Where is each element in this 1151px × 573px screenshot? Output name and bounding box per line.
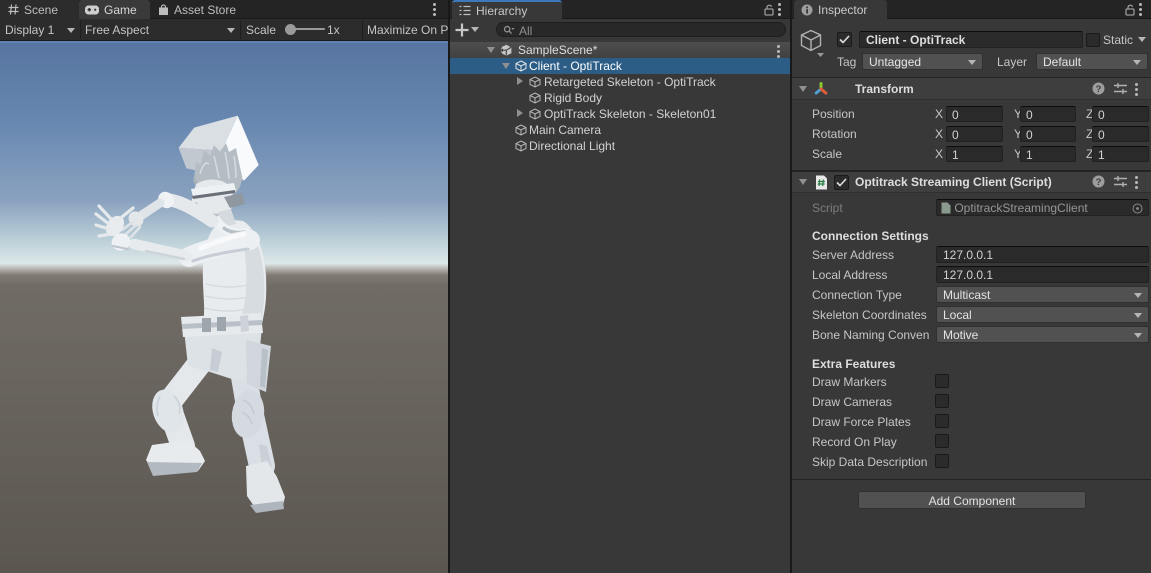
svg-text:?: ? (1096, 84, 1102, 95)
svg-text:?: ? (1096, 177, 1102, 188)
